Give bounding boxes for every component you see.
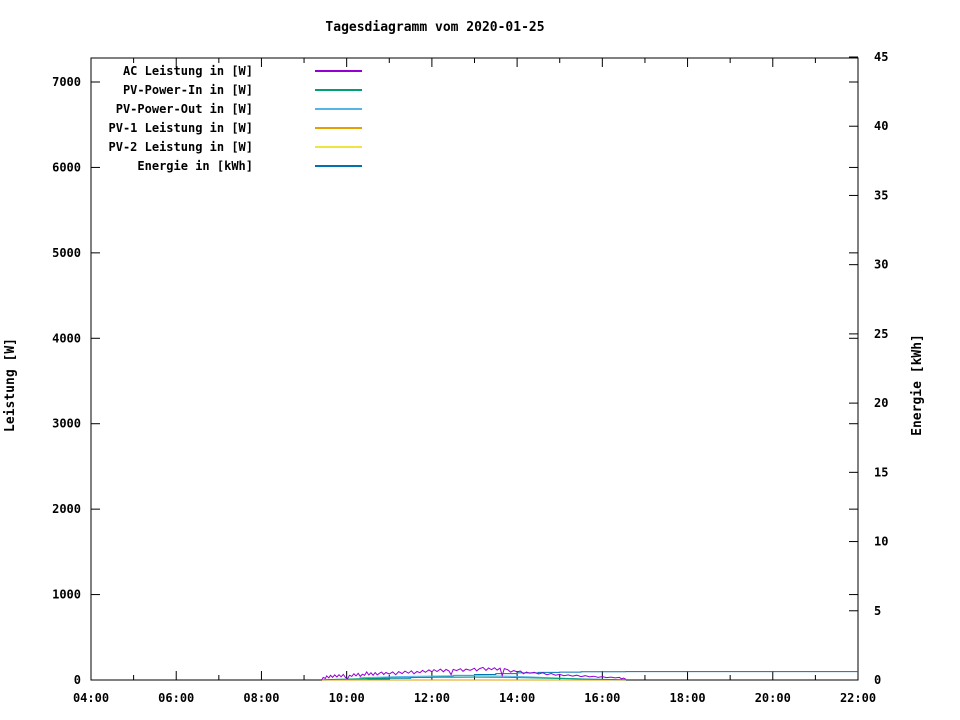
x-tick-label: 06:00 xyxy=(158,691,194,705)
legend-label: PV-2 Leistung in [W] xyxy=(109,140,254,154)
x-tick-label: 16:00 xyxy=(584,691,620,705)
y-right-tick-label: 25 xyxy=(874,327,888,341)
y-left-tick-label: 4000 xyxy=(52,331,81,345)
x-tick-label: 22:00 xyxy=(840,691,876,705)
x-tick-label: 14:00 xyxy=(499,691,535,705)
y-right-tick-label: 0 xyxy=(874,673,881,687)
chart-canvas: Tagesdiagramm vom 2020-01-25 Leistung [W… xyxy=(0,0,960,720)
y-right-tick-label: 30 xyxy=(874,258,888,272)
plot-area: Tagesdiagramm vom 2020-01-25 Leistung [W… xyxy=(3,20,925,705)
x-tick-label: 18:00 xyxy=(669,691,705,705)
y-left-tick-label: 2000 xyxy=(52,502,81,516)
y-right-axis-title: Energie [kWh] xyxy=(910,334,925,436)
y-left-tick-label: 6000 xyxy=(52,160,81,174)
y-left-tick-label: 3000 xyxy=(52,417,81,431)
y-right-tick-label: 15 xyxy=(874,465,888,479)
y-right-tick-label: 10 xyxy=(874,535,888,549)
x-tick-label: 04:00 xyxy=(73,691,109,705)
y-left-axis-title: Leistung [W] xyxy=(3,338,18,432)
legend-label: Energie in [kWh] xyxy=(137,159,253,173)
y-right-tick-label: 45 xyxy=(874,50,888,64)
legend-label: PV-Power-In in [W] xyxy=(123,83,253,97)
chart-title: Tagesdiagramm vom 2020-01-25 xyxy=(325,20,544,35)
legend-label: PV-1 Leistung in [W] xyxy=(109,121,254,135)
y-right-tick-label: 20 xyxy=(874,396,888,410)
legend-label: AC Leistung in [W] xyxy=(123,64,253,78)
legend-label: PV-Power-Out in [W] xyxy=(116,102,253,116)
x-tick-label: 20:00 xyxy=(755,691,791,705)
generated-plot-content: 04:00 06:00 08:00 10:00 12:00 14:00 16:00 18:00… xyxy=(52,50,888,705)
x-tick-label: 08:00 xyxy=(243,691,279,705)
x-tick-label: 10:00 xyxy=(329,691,365,705)
y-right-tick-label: 5 xyxy=(874,604,881,618)
y-left-tick-label: 5000 xyxy=(52,246,81,260)
y-right-tick-label: 35 xyxy=(874,188,888,202)
y-left-tick-label: 7000 xyxy=(52,75,81,89)
y-left-tick-label: 1000 xyxy=(52,588,81,602)
x-tick-label: 12:00 xyxy=(414,691,450,705)
y-left-tick-label: 0 xyxy=(74,673,81,687)
y-right-tick-label: 40 xyxy=(874,119,888,133)
